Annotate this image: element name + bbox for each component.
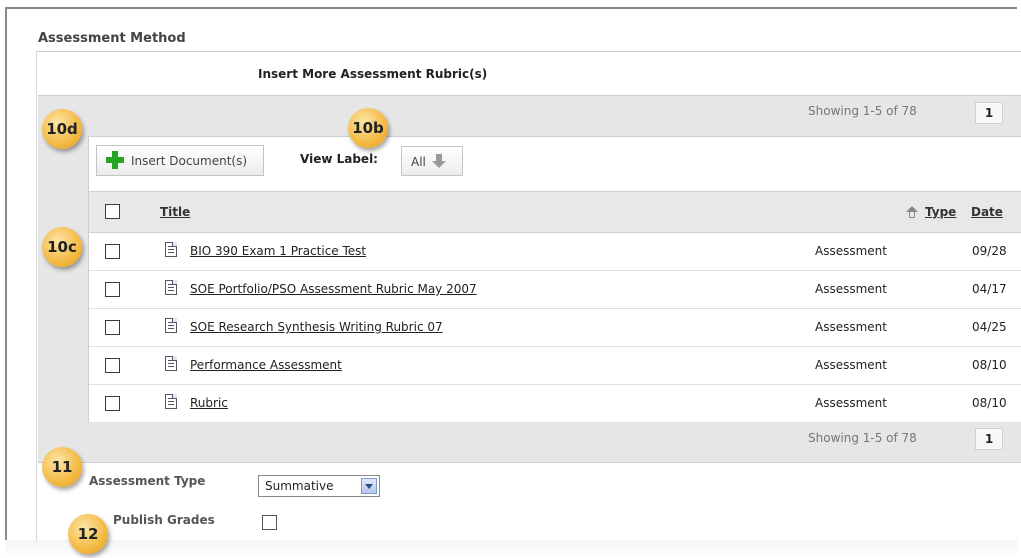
table-row: Performance Assessment Assessment 08/10 [89, 346, 1021, 385]
callout-12: 12 [68, 514, 108, 554]
select-all-checkbox[interactable] [105, 204, 120, 219]
view-label-caption: View Label: [300, 152, 378, 166]
callout-10b: 10b [348, 108, 388, 148]
table-row: Rubric Assessment 08/10 [89, 384, 1021, 423]
row-checkbox[interactable] [105, 358, 120, 373]
insert-document-button[interactable]: Insert Document(s) [96, 145, 264, 176]
page-number-top[interactable]: 1 [975, 102, 1003, 124]
assessment-type-value: Summative [265, 479, 334, 493]
chevron-down-icon [361, 478, 377, 494]
row-title-link[interactable]: BIO 390 Exam 1 Practice Test [190, 244, 366, 258]
row-type: Assessment [815, 396, 887, 410]
page-number-bottom[interactable]: 1 [975, 428, 1003, 450]
row-date: 04/25 [972, 320, 1007, 334]
row-date: 08/10 [972, 396, 1007, 410]
row-checkbox[interactable] [105, 244, 120, 259]
bottom-shadow [5, 540, 1017, 558]
document-icon [165, 394, 177, 409]
section-title: Assessment Method [38, 31, 186, 46]
pager-status-bottom: Showing 1-5 of 78 [808, 431, 917, 445]
document-icon [165, 280, 177, 295]
callout-11: 11 [42, 447, 82, 487]
row-type: Assessment [815, 282, 887, 296]
assessment-type-select[interactable]: Summative [258, 475, 380, 497]
insert-more-heading: Insert More Assessment Rubric(s) [258, 67, 488, 81]
arrow-down-icon [432, 154, 446, 168]
assessment-type-label: Assessment Type [89, 474, 206, 488]
document-icon [165, 318, 177, 333]
table-header: Title Type Date [89, 191, 1021, 233]
row-title-link[interactable]: Rubric [190, 396, 228, 410]
row-checkbox[interactable] [105, 396, 120, 411]
row-checkbox[interactable] [105, 320, 120, 335]
column-header-type[interactable]: Type [925, 205, 956, 219]
document-icon [165, 242, 177, 257]
row-type: Assessment [815, 320, 887, 334]
publish-grades-checkbox[interactable] [262, 515, 277, 530]
table-row: BIO 390 Exam 1 Practice Test Assessment … [89, 232, 1021, 271]
row-type: Assessment [815, 358, 887, 372]
document-icon [165, 356, 177, 371]
section-divider [36, 51, 1021, 52]
table-row: SOE Portfolio/PSO Assessment Rubric May … [89, 270, 1021, 309]
view-label-value: All [411, 155, 426, 169]
row-title-link[interactable]: SOE Research Synthesis Writing Rubric 07 [190, 320, 443, 334]
publish-grades-label: Publish Grades [113, 513, 215, 527]
row-date: 08/10 [972, 358, 1007, 372]
view-label-dropdown[interactable]: All [401, 146, 463, 176]
callout-10d: 10d [42, 109, 82, 149]
row-title-link[interactable]: Performance Assessment [190, 358, 342, 372]
pager-status-top: Showing 1-5 of 78 [808, 104, 917, 118]
insert-document-label: Insert Document(s) [131, 154, 248, 168]
sort-up-icon [906, 206, 918, 218]
row-date: 04/17 [972, 282, 1007, 296]
column-header-title[interactable]: Title [160, 205, 190, 219]
row-date: 09/28 [972, 244, 1007, 258]
table-row: SOE Research Synthesis Writing Rubric 07… [89, 308, 1021, 347]
row-type: Assessment [815, 244, 887, 258]
row-title-link[interactable]: SOE Portfolio/PSO Assessment Rubric May … [190, 282, 477, 296]
column-header-date[interactable]: Date [971, 205, 1003, 219]
callout-10c: 10c [42, 227, 82, 267]
plus-icon [105, 150, 125, 170]
left-divider [36, 51, 37, 541]
row-checkbox[interactable] [105, 282, 120, 297]
